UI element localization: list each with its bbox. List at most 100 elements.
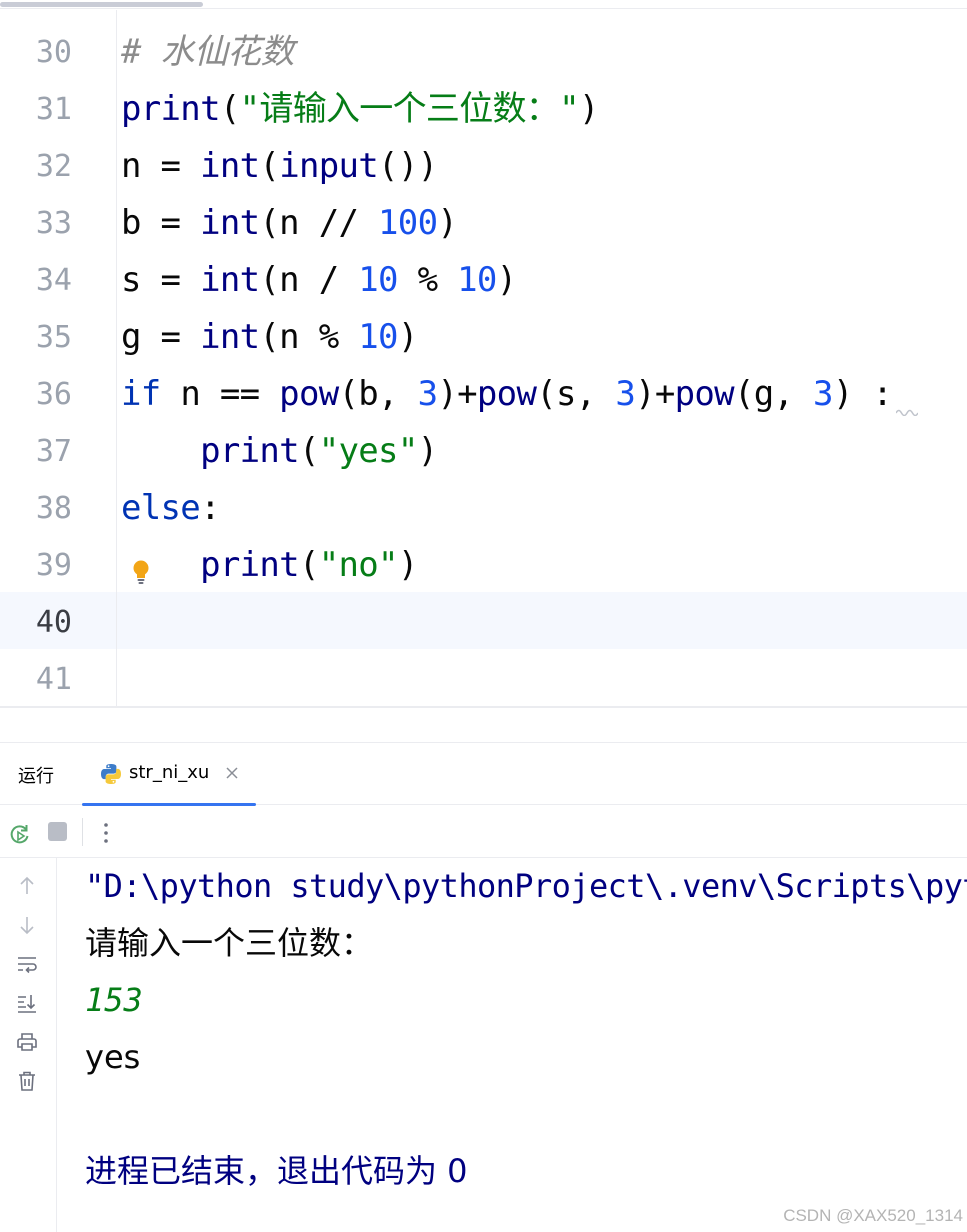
code-token: if [121, 374, 161, 414]
soft-wrap-icon[interactable] [15, 952, 39, 976]
code-token: % [397, 260, 458, 300]
code-token: "请输入一个三位数：" [239, 89, 580, 129]
code-line[interactable]: 32 n = int(input()) [0, 138, 967, 195]
scroll-to-end-icon[interactable] [15, 991, 39, 1015]
code-token: 3 [615, 374, 636, 414]
code-token: ()) [378, 146, 438, 186]
code-token: g = [121, 317, 201, 357]
code-line[interactable]: 35 g = int(n % 10) [0, 309, 967, 366]
code-line[interactable]: 40 [0, 594, 967, 651]
lightbulb-icon[interactable] [130, 559, 152, 585]
code-text: print("yes") [121, 423, 438, 480]
toolbar-separator [82, 818, 83, 846]
code-token: 10 [457, 260, 497, 300]
line-number: 41 [35, 662, 72, 697]
horizontal-scrollbar[interactable] [0, 0, 967, 9]
ide-window: 30 # 水仙花数 31 print("请输入一个三位数：") 32 n = int(in… [0, 0, 967, 1232]
code-line[interactable]: 38 else: [0, 480, 967, 537]
code-token: (n / [259, 260, 359, 300]
scrollbar-thumb[interactable] [0, 2, 203, 7]
print-icon[interactable] [15, 1030, 39, 1054]
console-line: 请输入一个三位数： [85, 924, 374, 962]
line-number: 30 [35, 35, 72, 70]
code-token: else [121, 488, 201, 528]
console-line: "D:\python study\pythonProject\.venv\Scr… [85, 867, 967, 905]
code-token: ) [397, 545, 418, 585]
code-token: ( [298, 545, 319, 585]
code-text: print("no") [121, 537, 418, 594]
code-line[interactable]: 41 [0, 651, 967, 708]
close-icon[interactable] [225, 766, 239, 780]
code-line[interactable]: 31 print("请输入一个三位数：") [0, 81, 967, 138]
line-number: 36 [35, 377, 72, 412]
tab-label: str_ni_xu [129, 762, 210, 783]
code-token: print [200, 545, 300, 585]
code-token: print [200, 431, 300, 471]
code-token: (b, [338, 374, 418, 414]
code-line[interactable]: 33 b = int(n // 100) [0, 195, 967, 252]
stop-icon[interactable] [48, 822, 67, 841]
tab-str-ni-xu[interactable]: str_ni_xu [82, 743, 256, 806]
code-line[interactable]: 37 print("yes") [0, 423, 967, 480]
code-token: )+ [635, 374, 675, 414]
code-token: b = [121, 203, 201, 243]
line-number: 33 [35, 206, 72, 241]
arrow-up-icon[interactable] [15, 874, 39, 898]
code-text: print("请输入一个三位数：") [121, 81, 599, 138]
trash-icon[interactable] [15, 1069, 39, 1093]
code-token: (n // [259, 203, 379, 243]
code-line[interactable]: 30 # 水仙花数 [0, 24, 967, 81]
console-line: yes [85, 1038, 141, 1076]
code-token: ( [259, 146, 280, 186]
console-side-toolbar [0, 858, 57, 1232]
code-token: : [200, 488, 220, 528]
code-token: ) [397, 317, 418, 357]
code-token: 10 [358, 317, 398, 357]
line-number: 40 [35, 605, 72, 640]
line-number: 32 [35, 149, 72, 184]
code-line[interactable]: 36 if n == pow(b, 3)+pow(s, 3)+pow(g, 3) … [0, 366, 967, 423]
run-toolbar [0, 806, 967, 858]
warning-squiggle[interactable] [896, 408, 918, 416]
code-token: )+ [437, 374, 477, 414]
code-token: s = [121, 260, 201, 300]
code-text: # 水仙花数 [121, 24, 294, 81]
code-token: int [200, 146, 260, 186]
code-token: # 水仙花数 [121, 32, 294, 72]
code-token: ) [437, 203, 458, 243]
code-token: (g, [733, 374, 814, 414]
code-token: pow [674, 374, 735, 414]
console-line: 进程已结束，退出代码为 0 [85, 1152, 468, 1190]
code-token: (s, [536, 374, 616, 414]
line-number: 37 [35, 434, 72, 469]
code-token: ( [298, 431, 319, 471]
code-token: 100 [378, 203, 438, 243]
code-token: pow [476, 374, 537, 414]
run-window-title: 运行 [18, 766, 54, 787]
console-output[interactable]: "D:\python study\pythonProject\.venv\Scr… [85, 858, 967, 1232]
more-vertical-icon[interactable] [98, 820, 114, 846]
watermark: CSDN @XAX520_1314 [783, 1206, 963, 1225]
code-token: input [279, 146, 379, 186]
code-token: print [121, 89, 221, 129]
code-line[interactable]: 34 s = int(n / 10 % 10) [0, 252, 967, 309]
editor-bottom-border [0, 706, 967, 708]
code-token: ) [417, 431, 438, 471]
code-token: n = [121, 146, 201, 186]
rerun-icon[interactable] [8, 822, 32, 846]
code-token: n == [160, 374, 280, 414]
code-token: ( [219, 89, 240, 129]
code-text: b = int(n // 100) [121, 195, 458, 252]
code-text: n = int(input()) [121, 138, 438, 195]
code-editor[interactable]: 30 # 水仙花数 31 print("请输入一个三位数：") 32 n = int(in… [0, 0, 967, 708]
code-token: pow [279, 374, 339, 414]
code-token: int [200, 260, 260, 300]
run-tool-window: 运行 str_ni_xu "D:\python study\pythonProj… [0, 742, 967, 1232]
code-token: ) [496, 260, 517, 300]
code-token: ) [578, 89, 599, 129]
code-token: (n % [259, 317, 359, 357]
code-token: 3 [813, 374, 833, 414]
code-text: s = int(n / 10 % 10) [121, 252, 517, 309]
arrow-down-icon[interactable] [15, 913, 39, 937]
